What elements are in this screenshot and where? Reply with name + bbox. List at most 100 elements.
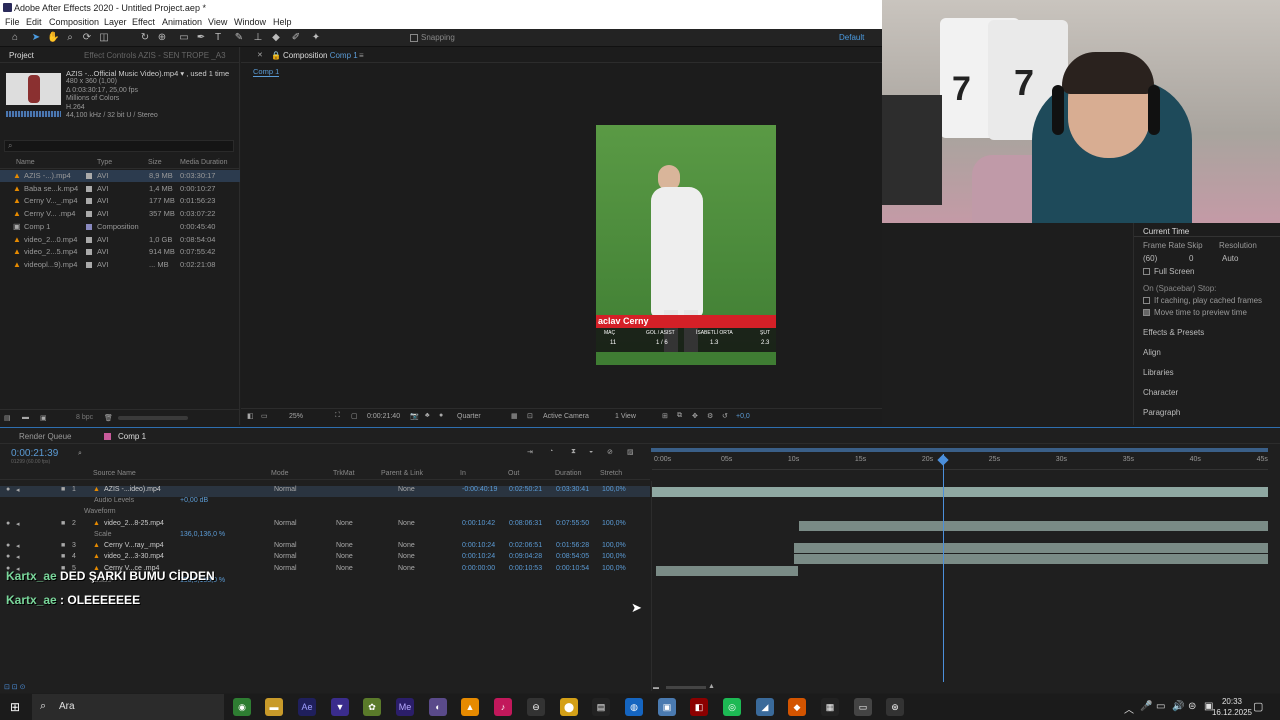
layer-mode-dropdown[interactable]: Normal: [274, 553, 297, 560]
layer-mode-dropdown[interactable]: Normal: [274, 542, 297, 549]
timeline-zoom-slider[interactable]: [666, 686, 706, 689]
menu-layer[interactable]: Layer: [104, 17, 127, 27]
timeline-layer-row[interactable]: ● ◂ ■ ▲ 2 video_2...8-25.mp4 Normal None None 0:0…: [0, 520, 650, 531]
col-mode[interactable]: Mode: [271, 470, 289, 477]
zoom-tool-icon[interactable]: ⌕: [64, 32, 76, 44]
project-item[interactable]: ▲ video_2...0.mp4 AVI 1,0 GB 0:08:54:04: [0, 234, 240, 246]
close-tab-icon[interactable]: ✕: [257, 51, 263, 59]
selection-tool-icon[interactable]: ➤: [30, 32, 42, 44]
project-item[interactable]: ▲ AZIS -...).mp4 AVI 8,9 MB 0:03:30:17: [0, 170, 240, 182]
draft-3d-icon[interactable]: ⇥: [527, 448, 533, 456]
effects-presets-panel[interactable]: Effects & Presets: [1143, 328, 1204, 337]
timeline-layer-row[interactable]: ● ◂ ■ ▲ 1 AZIS -...ideo).mp4 Normal None -0:00:4…: [0, 486, 650, 497]
layer-out-time[interactable]: 0:02:50:21: [509, 486, 542, 493]
property-value[interactable]: 136,0,136,0 %: [180, 531, 225, 538]
col-stretch[interactable]: Stretch: [600, 470, 622, 477]
col-duration[interactable]: Media Duration: [180, 159, 227, 166]
interpret-footage-icon[interactable]: ▤: [4, 414, 11, 422]
layer-in-time[interactable]: 0:00:10:24: [462, 542, 495, 549]
menu-file[interactable]: File: [5, 17, 20, 27]
project-item[interactable]: ▲ Cerny V..._.mp4 AVI 177 MB 0:01:56:23: [0, 195, 240, 207]
layer-source-name[interactable]: video_2...8-25.mp4: [104, 520, 164, 527]
maps-icon[interactable]: ⬤: [560, 698, 578, 716]
comp-breadcrumb[interactable]: Comp 1: [253, 67, 280, 77]
new-comp-icon[interactable]: ▣: [40, 414, 47, 422]
pan-behind-tool-icon[interactable]: ⊕: [156, 32, 168, 44]
fast-preview-icon[interactable]: ⚙: [707, 412, 713, 420]
grid-icon[interactable]: ⊞: [662, 412, 668, 420]
monitor-icon[interactable]: ▭: [261, 412, 268, 420]
layer-in-time[interactable]: 0:00:10:24: [462, 553, 495, 560]
obs-icon[interactable]: ◆: [788, 698, 806, 716]
work-area-bar[interactable]: [651, 448, 1268, 452]
views-dropdown[interactable]: 1 View: [615, 413, 636, 420]
layer-stretch[interactable]: 100,0%: [602, 542, 626, 549]
layer-stretch[interactable]: 100,0%: [602, 553, 626, 560]
layer-duration-bar[interactable]: [652, 487, 1268, 497]
visibility-eye-icon[interactable]: ●: [6, 553, 10, 560]
col-source-name[interactable]: Source Name: [93, 470, 136, 477]
motion-blur-icon[interactable]: ◒: [589, 448, 593, 455]
media-encoder-icon[interactable]: Me: [396, 698, 414, 716]
frame-blending-icon[interactable]: ⧗: [571, 448, 576, 456]
taskbar-search[interactable]: ⌕ Ara: [32, 694, 224, 720]
label-color-swatch[interactable]: [86, 198, 92, 205]
layer-trkmat-dropdown[interactable]: None: [336, 542, 353, 549]
rotate-tool-icon[interactable]: ⟳: [81, 32, 93, 44]
layer-label-swatch[interactable]: ■: [61, 520, 65, 527]
layer-duration-bar[interactable]: [794, 554, 1268, 564]
layer-source-name[interactable]: video_2...3-30.mp4: [104, 553, 164, 560]
frame-rate-dropdown[interactable]: (60): [1143, 254, 1157, 263]
layer-parent-dropdown[interactable]: None: [398, 553, 415, 560]
layer-in-time[interactable]: 0:00:10:42: [462, 520, 495, 527]
layer-property[interactable]: Waveform: [0, 508, 650, 519]
col-type[interactable]: Type: [97, 159, 112, 166]
windows-start-icon[interactable]: ⊞: [6, 698, 24, 716]
brush-tool-icon[interactable]: ✎: [233, 32, 245, 44]
audio-speaker-icon[interactable]: ◂: [16, 542, 20, 550]
audio-speaker-icon[interactable]: ◂: [16, 520, 20, 528]
spotify-icon[interactable]: ◎: [723, 698, 741, 716]
active-camera-dropdown[interactable]: Active Camera: [543, 413, 589, 420]
network-icon[interactable]: ⊜: [1188, 701, 1196, 712]
project-item[interactable]: ▲ videopl...9).mp4 AVI ... MB 0:02:21:08: [0, 259, 240, 271]
playhead[interactable]: [943, 454, 945, 682]
region-icon[interactable]: ▢: [351, 412, 358, 420]
timeline-search-icon[interactable]: ⌕: [78, 450, 82, 458]
project-item[interactable]: ▲ video_2...5.mp4 AVI 914 MB 0:07:55:42: [0, 246, 240, 258]
menu-view[interactable]: View: [208, 17, 227, 27]
tab-effect-controls[interactable]: Effect Controls AZIS - SEN TROPE _A3: [84, 51, 226, 60]
col-trkmat[interactable]: TrkMat: [333, 470, 355, 477]
panel-menu-icon[interactable]: ≡: [359, 51, 364, 60]
project-item[interactable]: ▲ Cerny V... .mp4 AVI 357 MB 0:03:07:22: [0, 208, 240, 220]
vlc-icon[interactable]: ▲: [461, 698, 479, 716]
resolution-dropdown-preview[interactable]: Auto: [1222, 254, 1238, 263]
layer-out-time[interactable]: 0:08:06:31: [509, 520, 542, 527]
col-in[interactable]: In: [460, 470, 466, 477]
project-item[interactable]: ▲ Baba se...k.mp4 AVI 1,4 MB 0:00:10:27: [0, 183, 240, 195]
menu-animation[interactable]: Animation: [162, 17, 202, 27]
layer-trkmat-dropdown[interactable]: None: [336, 520, 353, 527]
app-icon-3[interactable]: ⊖: [527, 698, 545, 716]
transparency-grid-icon[interactable]: ▦: [511, 412, 518, 420]
label-color-swatch[interactable]: [86, 185, 92, 192]
snapshot-icon[interactable]: 📷: [410, 412, 419, 420]
layer-stretch[interactable]: 100,0%: [602, 565, 626, 572]
layer-mode-dropdown[interactable]: Normal: [274, 486, 297, 493]
project-search-input[interactable]: ⌕: [4, 140, 234, 152]
rectangle-tool-icon[interactable]: ▭: [178, 32, 190, 44]
fit-frame-icon[interactable]: ⛶: [335, 412, 340, 420]
timeline-layer-row[interactable]: ● ◂ ■ ▲ 4 video_2...3-30.mp4 Normal None None 0:0…: [0, 553, 650, 564]
zoom-in-icon[interactable]: ▲: [708, 683, 715, 690]
layer-stretch[interactable]: 100,0%: [602, 520, 626, 527]
reset-exposure-icon[interactable]: ↺: [722, 412, 728, 420]
layer-label-swatch[interactable]: ■: [61, 542, 65, 549]
home-icon[interactable]: ⌂: [9, 32, 21, 44]
battery-icon[interactable]: ▭: [1156, 701, 1165, 712]
toggle-mask-icon[interactable]: ⊡: [527, 412, 533, 420]
flowchart-icon[interactable]: ✥: [692, 412, 698, 420]
after-effects-taskbar-icon[interactable]: Ae: [298, 698, 316, 716]
layer-duration-bar[interactable]: [655, 566, 798, 576]
clone-stamp-icon[interactable]: ⊥: [252, 32, 264, 44]
puppet-tool-icon[interactable]: ✦: [310, 32, 322, 44]
